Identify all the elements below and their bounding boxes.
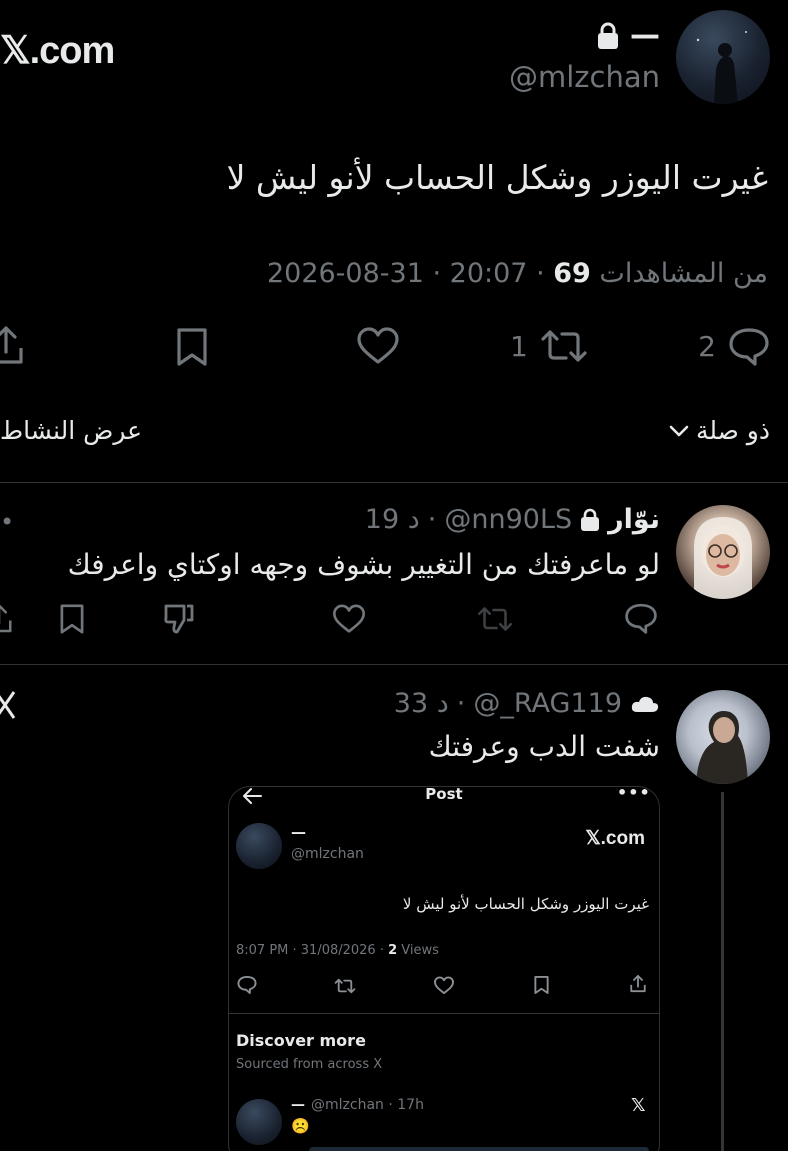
author-handle[interactable]: @mlzchan bbox=[509, 60, 660, 94]
reply-time[interactable]: 19 د bbox=[365, 504, 420, 535]
card-sub-name: — bbox=[291, 1097, 305, 1113]
downvote-icon[interactable] bbox=[162, 602, 196, 636]
retweet-action[interactable]: 1 bbox=[510, 326, 588, 366]
cloud-icon bbox=[630, 694, 660, 714]
reply-handle[interactable]: @nn90LS bbox=[444, 504, 572, 535]
view-activity-link[interactable]: عرض النشاط bbox=[0, 416, 142, 445]
reply-avatar[interactable] bbox=[676, 690, 770, 784]
relevance-label: ذو صلة bbox=[695, 416, 770, 445]
retweet-icon[interactable] bbox=[476, 604, 514, 634]
card-divider bbox=[229, 1013, 659, 1014]
thread-line bbox=[721, 792, 724, 1151]
reply-action[interactable]: 2 bbox=[698, 326, 770, 366]
author-name-line: — bbox=[596, 18, 660, 53]
views-label: من المشاهدات bbox=[599, 258, 768, 289]
reply-count: 2 bbox=[698, 329, 716, 363]
divider bbox=[0, 664, 788, 665]
tweet-time[interactable]: 20:07 bbox=[450, 258, 528, 289]
card-meta: 8:07 PM · 31/08/2026 · 2 Views bbox=[236, 943, 439, 958]
retweet-count: 1 bbox=[510, 329, 528, 363]
heart-icon[interactable] bbox=[332, 603, 366, 635]
card-brand: 𝕏.com bbox=[585, 828, 645, 849]
x-com-brand: 𝕏.com bbox=[0, 30, 115, 72]
card-sub-emoji: ☹️ bbox=[291, 1117, 310, 1135]
retweet-icon bbox=[540, 326, 588, 366]
tweet-text: غيرت اليوزر وشكل الحساب لأنو ليش لا bbox=[226, 158, 768, 197]
share-icon bbox=[0, 324, 26, 368]
card-handle: @mlzchan bbox=[291, 846, 364, 862]
chevron-down-icon bbox=[668, 424, 690, 438]
bookmark-icon[interactable] bbox=[58, 602, 86, 636]
more-icon: ••• bbox=[617, 786, 651, 802]
discover-title: Discover more bbox=[236, 1031, 366, 1050]
x-logo-icon[interactable] bbox=[0, 690, 16, 720]
card-media-edge bbox=[309, 1147, 649, 1151]
reply-text: لو ماعرفتك من التغيير بشوف وجهه اوكتاي و… bbox=[67, 548, 660, 581]
card-tweet-text: غيرت اليوزر وشكل الحساب لأنو ليش لا bbox=[402, 895, 649, 913]
views-count: 69 bbox=[553, 258, 591, 289]
share-icon[interactable] bbox=[0, 602, 14, 636]
lock-icon bbox=[580, 508, 600, 532]
card-sub-handle: @mlzchan · 17h bbox=[311, 1097, 424, 1113]
discover-subtitle: Sourced from across X bbox=[236, 1057, 383, 1072]
more-dots[interactable]: • bbox=[0, 508, 14, 536]
reply-name[interactable]: نوّار bbox=[608, 504, 660, 535]
reply-icon[interactable] bbox=[624, 602, 658, 634]
card-avatar bbox=[236, 823, 282, 869]
embedded-screenshot[interactable]: Post ••• — @mlzchan 𝕏.com غيرت اليوزر وش… bbox=[228, 786, 660, 1151]
card-title: Post bbox=[425, 786, 463, 803]
reply-header: 33 د · @_RAG119 bbox=[394, 688, 660, 719]
card-name: — bbox=[291, 823, 306, 841]
divider bbox=[0, 482, 788, 483]
reply-handle[interactable]: @_RAG119 bbox=[473, 688, 622, 719]
tweet-meta: 2026-08-31 · 20:07 · 69 من المشاهدات bbox=[266, 258, 768, 289]
bookmark-button[interactable] bbox=[174, 326, 210, 368]
heart-icon bbox=[356, 326, 400, 366]
bookmark-icon bbox=[174, 326, 210, 368]
reply-header: 19 د · @nn90LS نوّار bbox=[364, 504, 660, 535]
card-x-icon: 𝕏 bbox=[631, 1095, 646, 1116]
author-display-name[interactable]: — bbox=[630, 18, 660, 53]
author-avatar[interactable] bbox=[676, 10, 770, 104]
like-button[interactable] bbox=[356, 326, 400, 366]
lock-icon bbox=[596, 22, 620, 50]
share-button[interactable] bbox=[0, 324, 26, 368]
reply-icon bbox=[728, 326, 770, 366]
sort-relevance-dropdown[interactable]: ذو صلة bbox=[668, 416, 770, 445]
card-sub-avatar bbox=[236, 1099, 282, 1145]
reply-avatar[interactable] bbox=[676, 505, 770, 599]
tweet-date[interactable]: 2026-08-31 bbox=[267, 258, 424, 289]
reply-text: شفت الدب وعرفتك bbox=[428, 730, 660, 763]
reply-time[interactable]: 33 د bbox=[394, 688, 449, 719]
